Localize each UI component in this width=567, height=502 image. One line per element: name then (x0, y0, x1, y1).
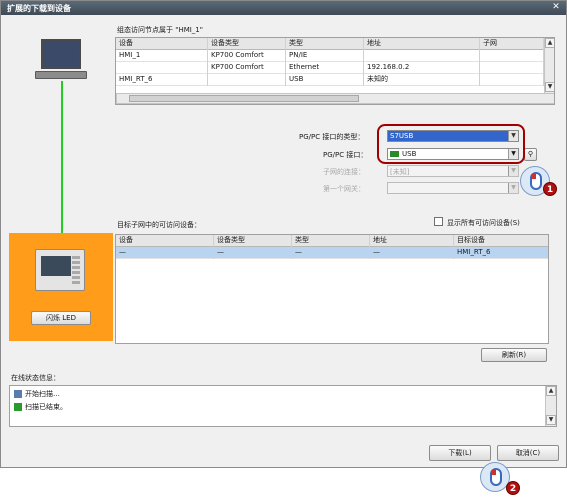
cell-address (364, 50, 480, 62)
status-caption: 在线状态信息： (11, 374, 60, 382)
hmi-keys (72, 256, 80, 286)
cell-type: — (292, 247, 370, 259)
col-device-type: 设备类型 (208, 38, 286, 50)
cell-subnet (480, 50, 544, 62)
refresh-button[interactable]: 刷新(R) (481, 348, 547, 362)
flash-led-button[interactable]: 闪烁 LED (31, 311, 91, 325)
pg-laptop-icon (41, 39, 81, 69)
show-all-label: 显示所有可访问设备(S) (447, 219, 520, 227)
status-line-text: 扫描已结束。 (25, 403, 67, 411)
cell-type: PN/IE (286, 50, 364, 62)
show-all-checkbox[interactable] (434, 217, 443, 226)
target-caption: 目标子网中的可访问设备： (117, 221, 201, 229)
chevron-down-icon[interactable]: ▼ (508, 166, 518, 176)
col-device-type: 设备类型 (214, 235, 292, 247)
config-table[interactable]: 设备 设备类型 类型 地址 子网 HMI_1 KP700 Comfort PN/… (115, 37, 555, 105)
cell-device: — (116, 247, 214, 259)
col-subnet: 子网 (480, 38, 544, 50)
col-device: 设备 (116, 235, 214, 247)
cell-device-type: KP700 Comfort (208, 50, 286, 62)
laptop-base (35, 71, 87, 79)
table-row[interactable]: KP700 Comfort Ethernet 192.168.0.2 (116, 62, 544, 74)
cell-target-device: HMI_RT_6 (454, 247, 548, 259)
scan-icon (14, 390, 22, 398)
status-log: 开始扫描… 扫描已结束。 ▲ ▼ (9, 385, 557, 427)
config-caption: 组态访问节点属于 "HMI_1" (117, 26, 203, 34)
table-row[interactable]: HMI_RT_6 USB 未知的 (116, 74, 544, 86)
close-icon[interactable]: ✕ (550, 2, 562, 13)
iface-type-label: PG/PC 接口的类型： (299, 133, 365, 141)
highlight-frame (377, 124, 525, 164)
cell-address: 未知的 (364, 74, 480, 86)
target-table[interactable]: 设备 设备类型 类型 地址 目标设备 — — — — HMI_RT_6 (115, 234, 549, 344)
scroll-up-icon[interactable]: ▲ (546, 386, 556, 396)
cell-device: HMI_1 (116, 50, 208, 62)
col-address: 地址 (370, 235, 454, 247)
col-type: 类型 (292, 235, 370, 247)
status-scrollbar[interactable]: ▲ ▼ (545, 386, 556, 426)
cell-device-type (208, 74, 286, 86)
check-icon (14, 403, 22, 411)
step-badge: 2 (506, 481, 520, 495)
connect-value: [未知] (390, 168, 410, 176)
connect-label: 子网的连接： (323, 168, 365, 176)
cancel-button[interactable]: 取消(C) (497, 445, 559, 461)
gateway-label: 第一个网关： (323, 185, 365, 193)
connection-line (61, 81, 63, 233)
gateway-select[interactable]: ▼ (387, 182, 519, 194)
col-target-device: 目标设备 (454, 235, 548, 247)
cell-device-type: KP700 Comfort (208, 62, 286, 74)
cell-device (116, 62, 208, 74)
target-device-panel: 闪烁 LED (9, 233, 113, 341)
config-vertical-scrollbar[interactable]: ▲ ▼ (544, 38, 554, 93)
cell-address: — (370, 247, 454, 259)
download-dialog: 扩展的下载到设备 ✕ 组态访问节点属于 "HMI_1" 设备 设备类型 类型 地… (0, 0, 567, 468)
col-type: 类型 (286, 38, 364, 50)
mouse-left-button (531, 173, 536, 179)
col-device: 设备 (116, 38, 208, 50)
col-address: 地址 (364, 38, 480, 50)
scroll-thumb[interactable] (129, 95, 359, 102)
hmi-device-icon (35, 249, 85, 291)
cell-device: HMI_RT_6 (116, 74, 208, 86)
title-bar: 扩展的下载到设备 ✕ (1, 1, 566, 15)
iface-label: PG/PC 接口： (323, 151, 368, 159)
cell-subnet (480, 74, 544, 86)
table-row[interactable]: HMI_1 KP700 Comfort PN/IE (116, 50, 544, 62)
mouse-left-button (491, 469, 496, 475)
cell-device-type: — (214, 247, 292, 259)
status-line: 开始扫描… (14, 389, 60, 399)
target-header: 设备 设备类型 类型 地址 目标设备 (116, 235, 548, 247)
scroll-down-icon[interactable]: ▼ (545, 82, 554, 92)
step-badge: 1 (543, 182, 557, 196)
hmi-screen (41, 256, 71, 276)
search-icon[interactable]: ⚲ (524, 148, 537, 161)
status-line-text: 开始扫描… (25, 390, 60, 398)
table-row[interactable]: — — — — HMI_RT_6 (116, 247, 548, 259)
cell-type: USB (286, 74, 364, 86)
chevron-down-icon[interactable]: ▼ (508, 183, 518, 193)
config-header: 设备 设备类型 类型 地址 子网 (116, 38, 544, 50)
cell-subnet (480, 62, 544, 74)
scroll-down-icon[interactable]: ▼ (546, 415, 556, 425)
connect-select[interactable]: [未知] ▼ (387, 165, 519, 177)
cell-type: Ethernet (286, 62, 364, 74)
download-button[interactable]: 下载(L) (429, 445, 491, 461)
config-horizontal-scrollbar[interactable] (116, 93, 554, 104)
cell-address: 192.168.0.2 (364, 62, 480, 74)
dialog-title: 扩展的下载到设备 (7, 4, 71, 13)
scroll-up-icon[interactable]: ▲ (545, 38, 554, 48)
status-line: 扫描已结束。 (14, 402, 67, 412)
